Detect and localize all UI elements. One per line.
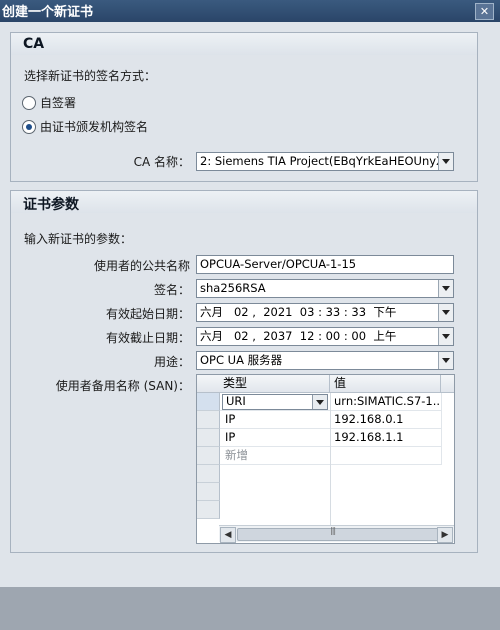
- chevron-down-icon[interactable]: [312, 395, 327, 409]
- close-button[interactable]: ✕: [475, 3, 494, 20]
- ca-name-value: 2: Siemens TIA Project(EBqYrkEaHEOUnyXm: [200, 154, 454, 168]
- valid-from-value: 六月 02 , 2021 03 : 33 : 33 下午: [200, 305, 397, 319]
- signature-value: sha256RSA: [200, 281, 266, 295]
- type-cell[interactable]: IP: [220, 411, 331, 429]
- san-table: 类型 值 URI urn:SIMATIC.S7-1... IP 192.168.…: [196, 374, 455, 544]
- chevron-down-icon[interactable]: [438, 328, 453, 345]
- column-header-value-label: 值: [334, 376, 347, 390]
- value-text: urn:SIMATIC.S7-1...: [334, 394, 442, 408]
- scroll-right-button[interactable]: ▶: [437, 527, 453, 543]
- type-select[interactable]: URI: [222, 394, 328, 410]
- value-text: 192.168.1.1: [334, 430, 404, 444]
- row-header: [197, 483, 220, 501]
- signature-label: 签名：: [153, 283, 190, 297]
- row-header[interactable]: [197, 429, 220, 447]
- usage-select[interactable]: OPC UA 服务器: [196, 351, 454, 370]
- column-header-value[interactable]: 值: [330, 375, 441, 393]
- add-new-row[interactable]: 新增: [220, 447, 331, 465]
- valid-to-picker[interactable]: 六月 02 , 2037 12 : 00 : 00 上午: [196, 327, 454, 346]
- chevron-down-icon[interactable]: [438, 352, 453, 369]
- ca-group-title: CA: [23, 36, 45, 52]
- horizontal-scrollbar[interactable]: ◀ ▶: [219, 525, 454, 543]
- value-cell[interactable]: [331, 447, 442, 465]
- self-signed-radio[interactable]: [22, 96, 36, 110]
- row-header[interactable]: [197, 447, 220, 465]
- dialog-footer: [0, 587, 500, 630]
- ca-name-label: CA 名称：: [133, 155, 190, 169]
- column-header-type[interactable]: 类型: [219, 375, 330, 393]
- column-header-type-label: 类型: [223, 376, 248, 390]
- ca-signed-radio[interactable]: [22, 120, 36, 134]
- type-text: IP: [225, 430, 236, 444]
- type-cell[interactable]: IP: [220, 429, 331, 447]
- value-text: 192.168.0.1: [334, 412, 404, 426]
- table-corner: [197, 375, 220, 393]
- type-text: IP: [225, 412, 236, 426]
- usage-value: OPC UA 服务器: [200, 353, 283, 367]
- cert-params-title: 证书参数: [23, 197, 79, 213]
- san-label: 使用者备用名称 (SAN)：: [55, 379, 190, 393]
- self-signed-label[interactable]: 自签署: [40, 94, 76, 111]
- value-cell[interactable]: 192.168.0.1: [331, 411, 442, 429]
- signature-select[interactable]: sha256RSA: [196, 279, 454, 298]
- scroll-left-button[interactable]: ◀: [220, 527, 236, 543]
- row-header[interactable]: [197, 393, 220, 411]
- signing-method-prompt: 选择新证书的签名方式：: [24, 69, 157, 83]
- value-cell[interactable]: 192.168.1.1: [331, 429, 442, 447]
- chevron-down-icon[interactable]: [438, 304, 453, 321]
- window-title: 创建一个新证书: [2, 5, 94, 20]
- chevron-down-icon[interactable]: [438, 153, 453, 170]
- scroll-thumb[interactable]: [237, 526, 439, 541]
- common-name-field[interactable]: OPCUA-Server/OPCUA-1-15: [196, 255, 454, 274]
- common-name-value: OPCUA-Server/OPCUA-1-15: [200, 257, 357, 271]
- valid-from-picker[interactable]: 六月 02 , 2021 03 : 33 : 33 下午: [196, 303, 454, 322]
- ca-signed-label[interactable]: 由证书颁发机构签名: [40, 118, 148, 135]
- row-header: [197, 501, 220, 519]
- params-prompt: 输入新证书的参数：: [24, 232, 133, 246]
- ca-name-select[interactable]: 2: Siemens TIA Project(EBqYrkEaHEOUnyXm: [196, 152, 454, 171]
- row-header[interactable]: [197, 411, 220, 429]
- add-new-text: 新增: [225, 448, 248, 462]
- row-header: [197, 465, 220, 483]
- column-header-filler: [441, 375, 454, 393]
- column-divider: [330, 393, 331, 525]
- valid-from-label: 有效起始日期：: [105, 307, 190, 321]
- value-cell[interactable]: urn:SIMATIC.S7-1...: [331, 393, 442, 411]
- valid-to-label: 有效截止日期：: [105, 331, 190, 345]
- common-name-label: 使用者的公共名称: [93, 259, 190, 273]
- valid-to-value: 六月 02 , 2037 12 : 00 : 00 上午: [200, 329, 397, 343]
- chevron-down-icon[interactable]: [438, 280, 453, 297]
- table-row[interactable]: URI: [220, 393, 331, 411]
- cert-params-header: 证书参数: [11, 191, 477, 213]
- title-bar: 创建一个新证书 ✕: [0, 0, 500, 22]
- type-cell: URI: [226, 394, 246, 408]
- ca-group-header: CA: [11, 33, 477, 55]
- usage-label: 用途：: [153, 355, 190, 369]
